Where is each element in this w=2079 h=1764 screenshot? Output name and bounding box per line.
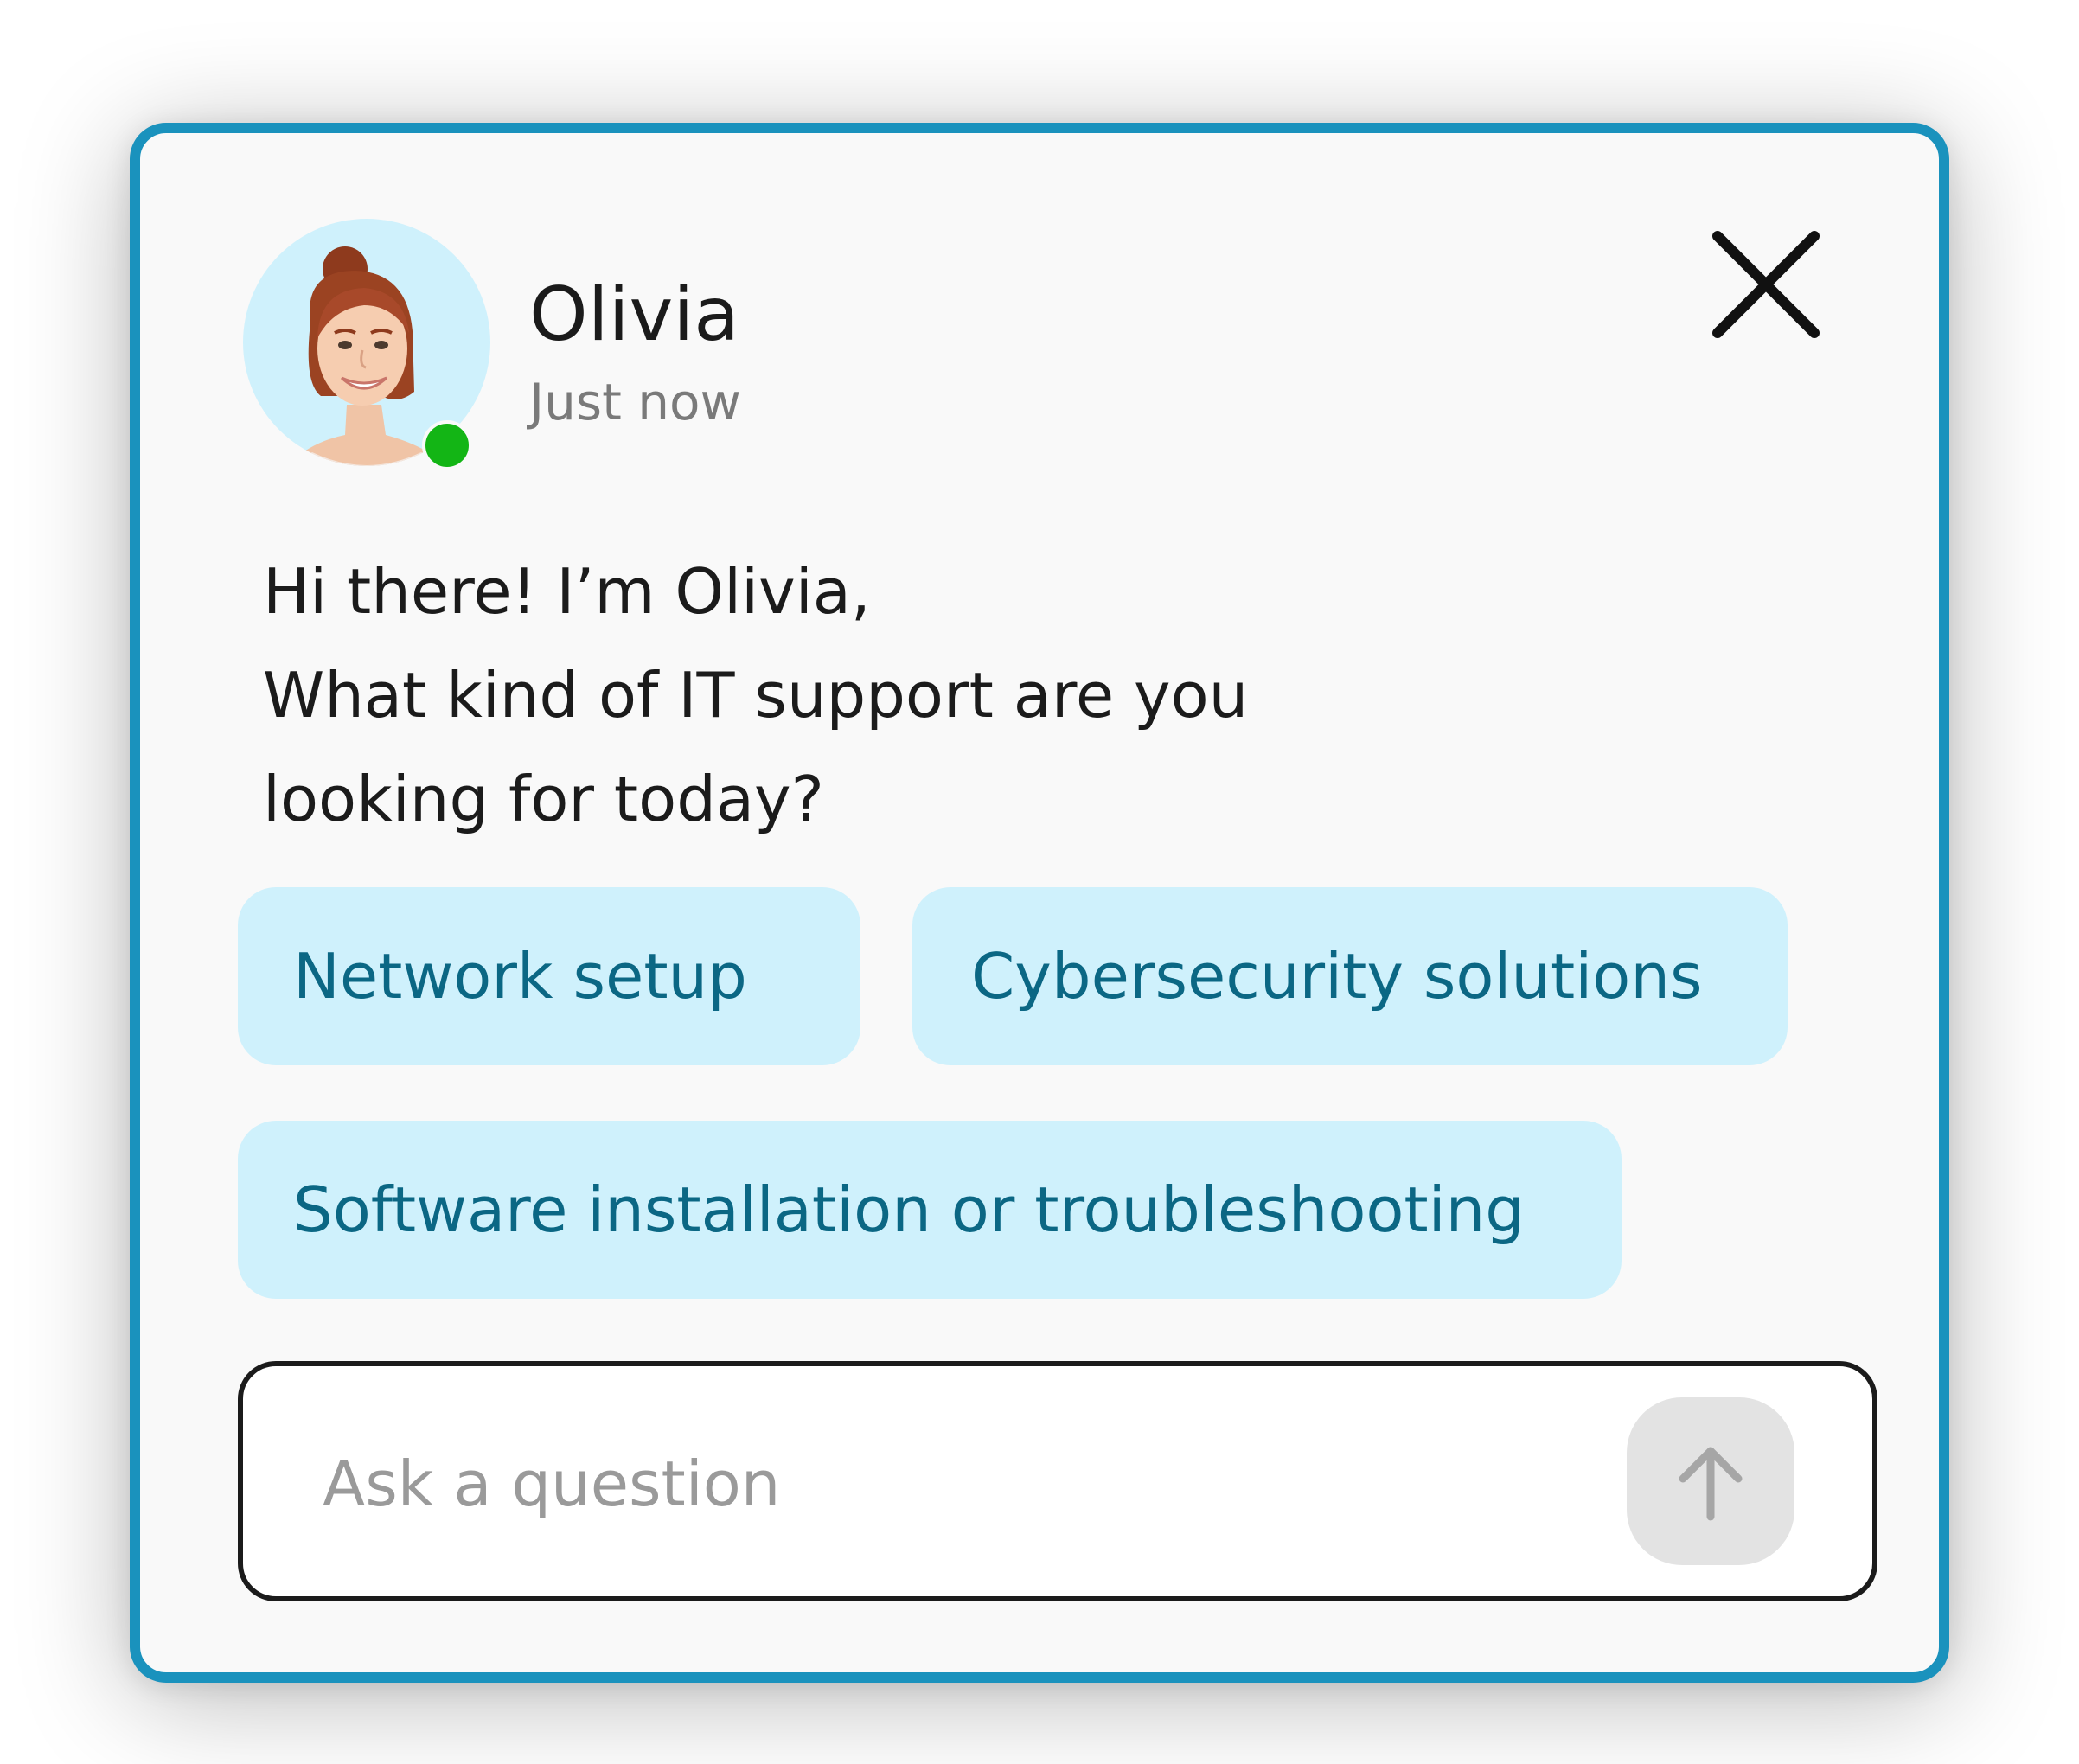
agent-message: Hi there! I’m Olivia, What kind of IT su… bbox=[263, 540, 1474, 851]
question-input[interactable] bbox=[321, 1409, 1535, 1558]
send-button[interactable] bbox=[1627, 1397, 1794, 1565]
message-line: looking for today? bbox=[263, 763, 824, 835]
arrow-up-icon bbox=[1679, 1447, 1743, 1521]
message-line: Hi there! I’m Olivia, bbox=[263, 555, 871, 628]
chat-widget: Olivia Just now Hi there! I’m Olivia, Wh… bbox=[130, 123, 1949, 1683]
chat-header: Olivia Just now bbox=[140, 133, 1939, 496]
message-composer bbox=[238, 1361, 1877, 1601]
quick-reply-network-setup[interactable]: Network setup bbox=[238, 887, 860, 1065]
message-timestamp: Just now bbox=[529, 373, 741, 431]
agent-name: Olivia bbox=[529, 272, 739, 358]
page: Olivia Just now Hi there! I’m Olivia, Wh… bbox=[0, 0, 2079, 1764]
message-line: What kind of IT support are you bbox=[263, 659, 1249, 732]
close-button[interactable] bbox=[1697, 215, 1835, 354]
quick-reply-cybersecurity-solutions[interactable]: Cybersecurity solutions bbox=[912, 887, 1788, 1065]
online-status-indicator bbox=[422, 420, 472, 470]
close-icon bbox=[1712, 231, 1820, 338]
quick-reply-software-installation[interactable]: Software installation or troubleshooting bbox=[238, 1121, 1622, 1299]
